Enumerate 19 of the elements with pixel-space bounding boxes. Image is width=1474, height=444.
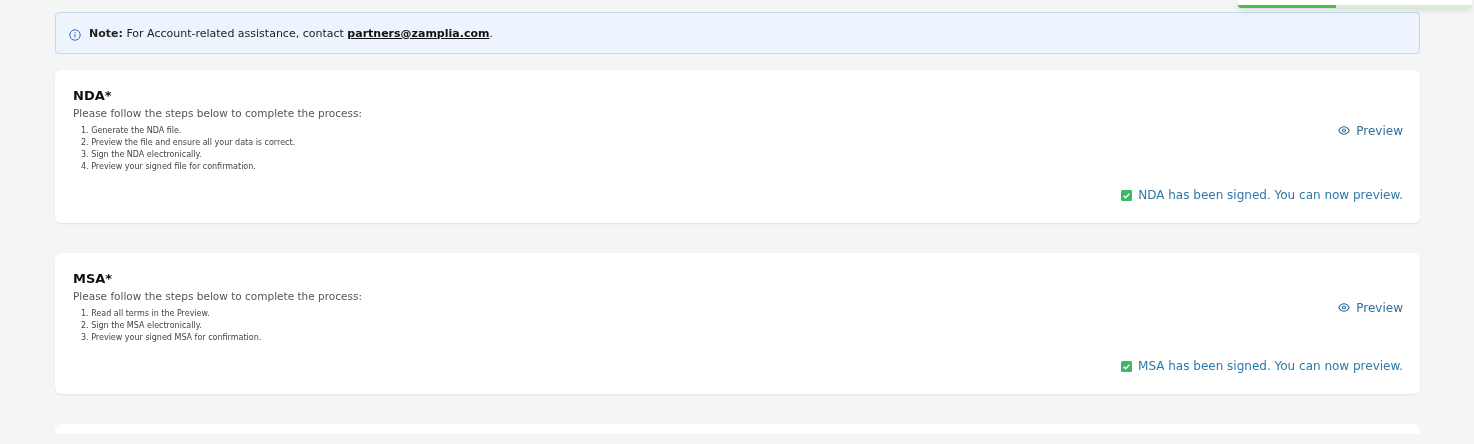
eye-icon [1338, 126, 1351, 135]
step-item: 4. Preview your signed file for confirmation. [81, 161, 256, 173]
document-title: MSA* [73, 271, 114, 286]
document-title: NDA* [73, 88, 113, 103]
preview-button[interactable]: Preview [1338, 123, 1403, 138]
eye-icon [1338, 303, 1351, 312]
preview-button[interactable]: Preview [1338, 300, 1403, 315]
info-icon [69, 28, 81, 41]
note-text: Note: For Account-related assistance, contact partners@zamplia.com. [89, 26, 493, 40]
signed-status-text: NDA has been signed. You can now preview. [1138, 188, 1403, 202]
signed-status-text: MSA has been signed. You can now preview. [1138, 359, 1403, 373]
step-item: 2. Sign the MSA electronically. [81, 320, 202, 332]
instructions-text: Please follow the steps below to complete the process: [73, 290, 362, 302]
step-item: 1. Read all terms in the Preview. [81, 308, 210, 320]
step-item: 2. Preview the file and ensure all your data is correct. [81, 137, 296, 149]
step-item: 3. Sign the NDA electronically. [81, 149, 202, 161]
step-item: 3. Preview your signed MSA for confirmation. [81, 332, 262, 344]
step-item: 1. Generate the NDA file. [81, 125, 182, 137]
instructions-text: Please follow the steps below to complete the process: [73, 107, 362, 119]
